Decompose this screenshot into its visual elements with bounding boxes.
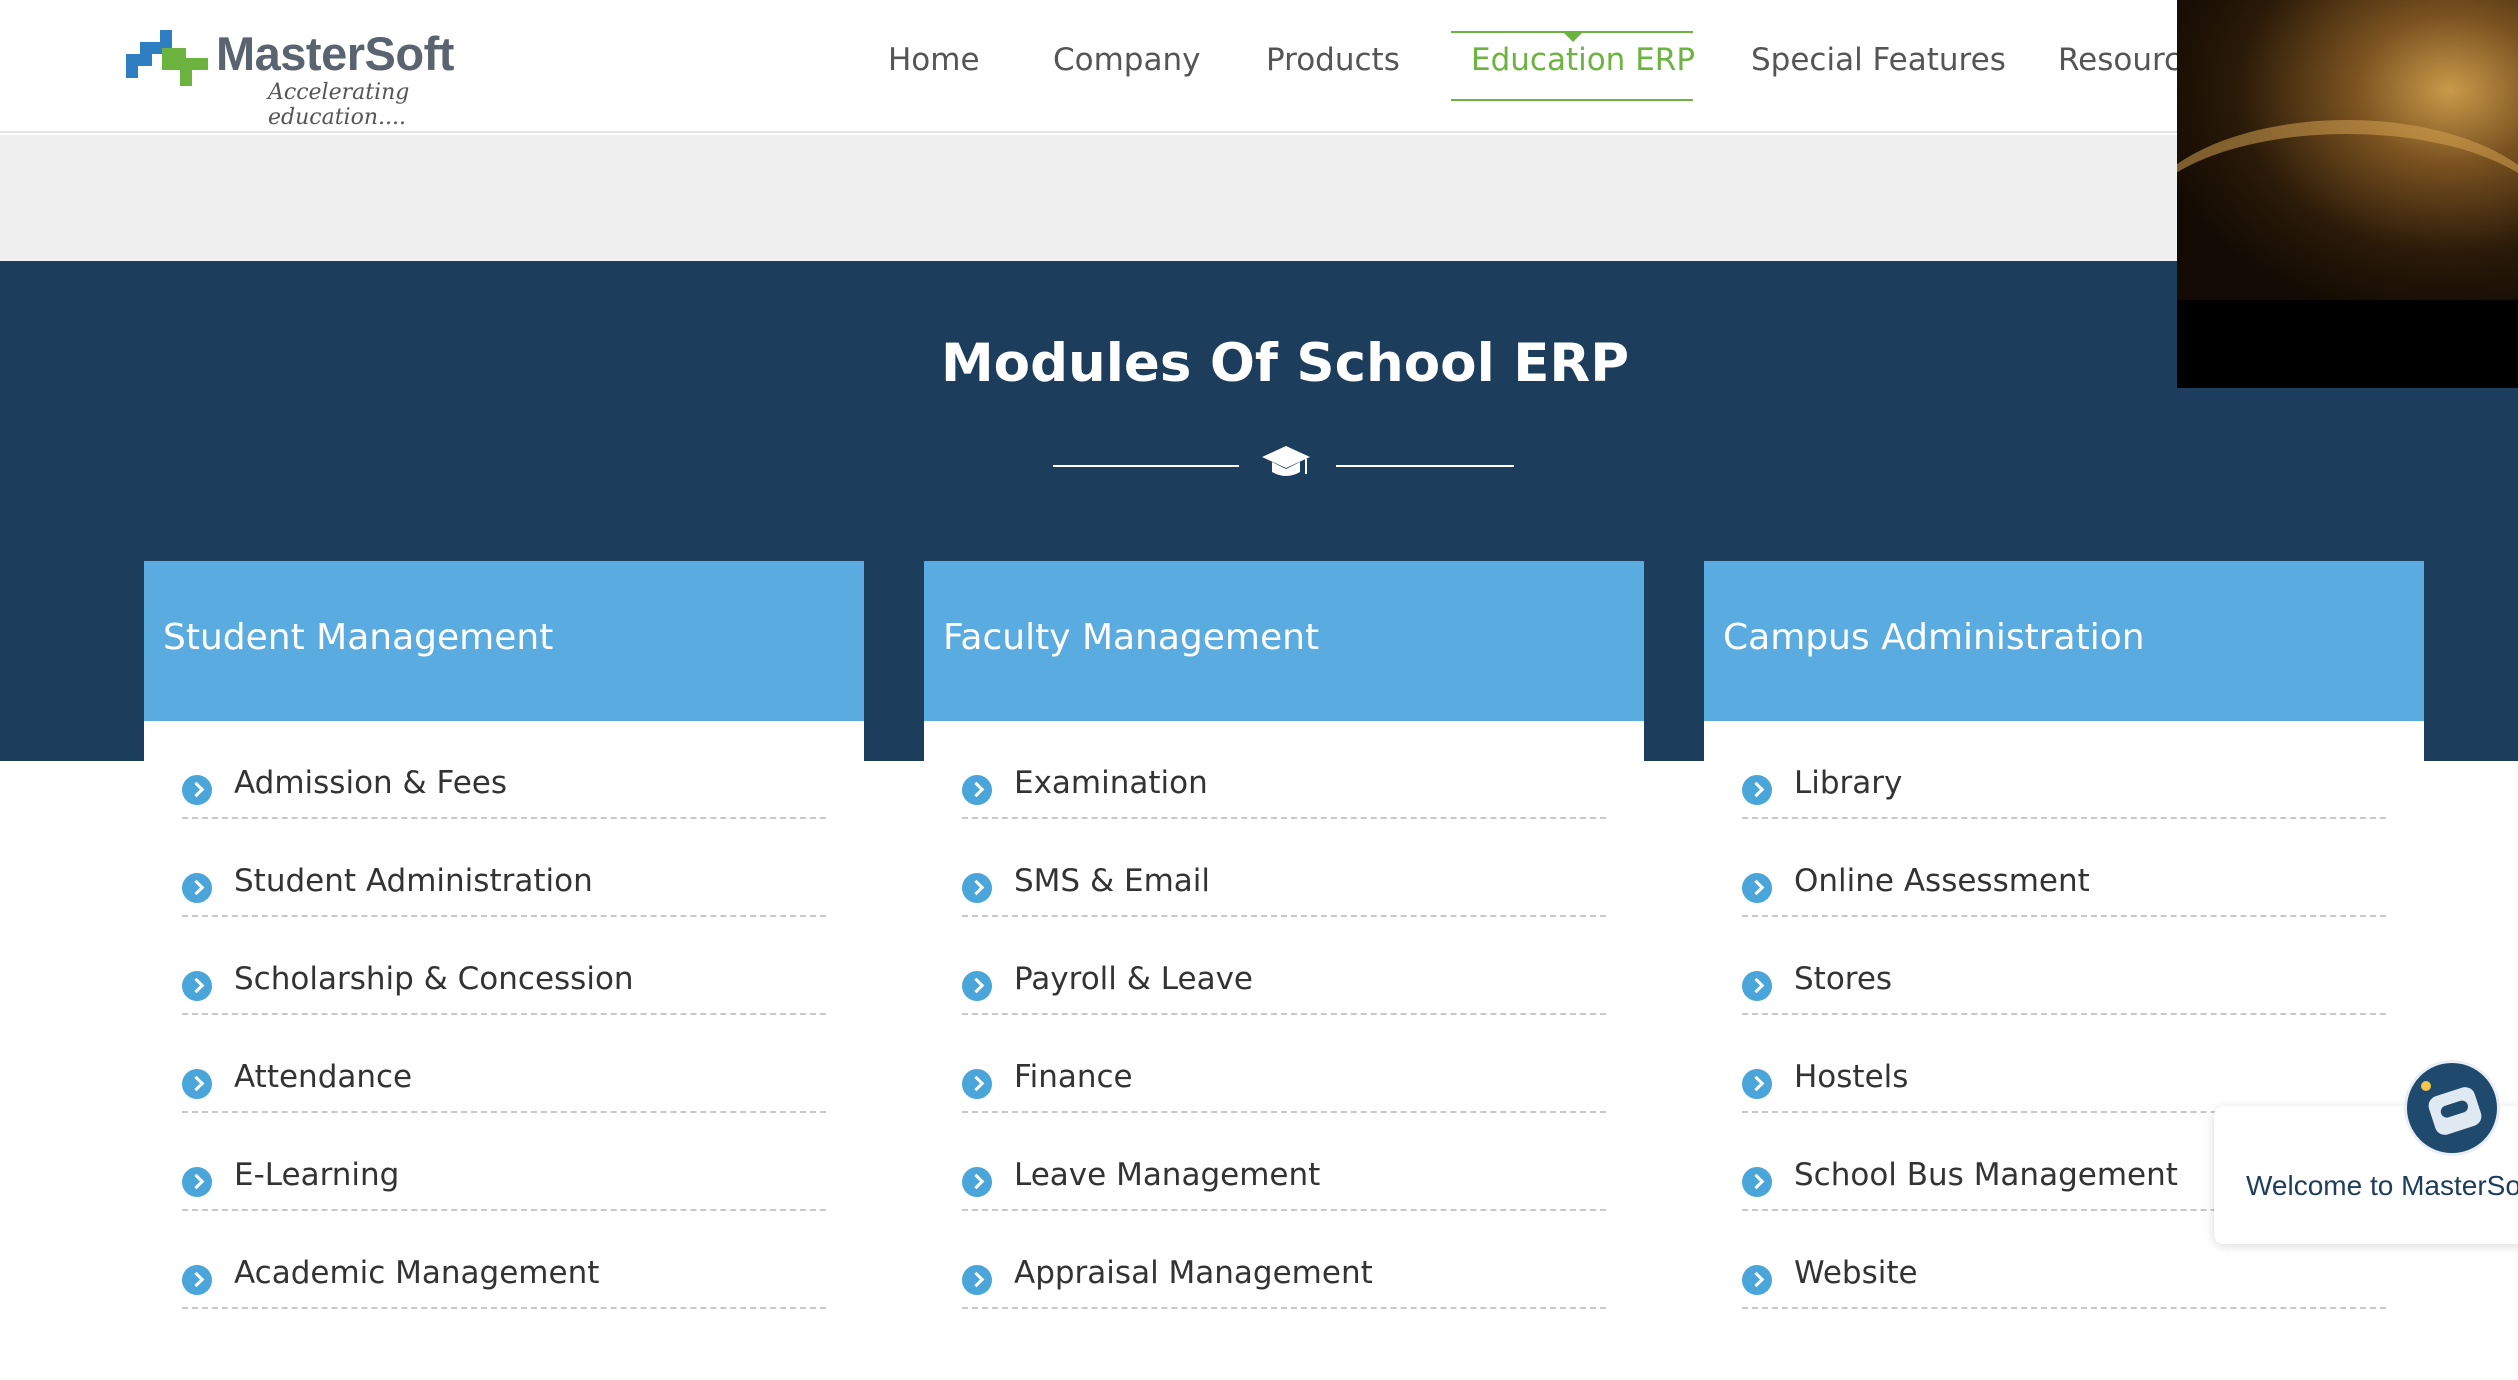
module-link[interactable]: Student Administration <box>234 863 593 899</box>
module-card-student-management: Student Management Admission & Fees Stud… <box>144 561 864 1380</box>
list-item[interactable]: Finance <box>962 1015 1606 1113</box>
card-header: Campus Administration <box>1704 561 2424 721</box>
chevron-right-icon <box>962 971 992 1001</box>
chatbot-icon[interactable] <box>2404 1060 2500 1156</box>
chevron-right-icon <box>1742 1069 1772 1099</box>
nav-item-special-features[interactable]: Special Features <box>1751 42 2006 78</box>
card-title: Student Management <box>163 617 554 658</box>
nav-item-products[interactable]: Products <box>1266 42 1400 78</box>
graduation-cap-icon <box>1262 446 1310 476</box>
module-link[interactable]: Examination <box>1014 765 1208 801</box>
module-list: Examination SMS & Email Payroll & Leave … <box>962 721 1606 1309</box>
robot-icon <box>2425 1084 2485 1138</box>
module-link[interactable]: Leave Management <box>1014 1157 1320 1193</box>
site-header: MasterSoft Accelerating education.... Ho… <box>0 0 2518 133</box>
logo-tagline: Accelerating education.... <box>268 80 410 130</box>
module-link[interactable]: Stores <box>1794 961 1892 997</box>
nav-item-home[interactable]: Home <box>888 42 980 78</box>
chevron-right-icon <box>1742 873 1772 903</box>
module-card-faculty-management: Faculty Management Examination SMS & Ema… <box>924 561 1644 1380</box>
module-link[interactable]: Library <box>1794 765 1902 801</box>
module-link[interactable]: Payroll & Leave <box>1014 961 1253 997</box>
list-item[interactable]: E-Learning <box>182 1113 826 1211</box>
list-item[interactable]: Academic Management <box>182 1211 826 1309</box>
chevron-right-icon <box>182 971 212 1001</box>
nav-item-company[interactable]: Company <box>1053 42 1200 78</box>
chevron-right-icon <box>962 873 992 903</box>
list-item[interactable]: Payroll & Leave <box>962 917 1606 1015</box>
list-item[interactable]: Admission & Fees <box>182 721 826 819</box>
card-title: Campus Administration <box>1723 617 2145 658</box>
list-item[interactable]: Scholarship & Concession <box>182 917 826 1015</box>
nav-active-caret-icon <box>1562 31 1584 42</box>
logo-wordmark: MasterSoft <box>216 27 454 80</box>
list-item[interactable]: Student Administration <box>182 819 826 917</box>
list-item[interactable]: Online Assessment <box>1742 819 2386 917</box>
card-header: Faculty Management <box>924 561 1644 721</box>
list-item[interactable]: Appraisal Management <box>962 1211 1606 1309</box>
chevron-right-icon <box>182 873 212 903</box>
module-link[interactable]: Admission & Fees <box>234 765 507 801</box>
chevron-right-icon <box>1742 775 1772 805</box>
chevron-right-icon <box>182 775 212 805</box>
list-item[interactable]: Leave Management <box>962 1113 1606 1211</box>
logo-mark-icon <box>126 30 208 86</box>
mastersoft-logo[interactable]: MasterSoft Accelerating education.... <box>126 26 526 130</box>
chevron-right-icon <box>1742 1167 1772 1197</box>
chat-welcome-text: Welcome to MasterSo <box>2246 1170 2518 1201</box>
chevron-right-icon <box>962 1167 992 1197</box>
card-title: Faculty Management <box>943 617 1320 658</box>
list-item[interactable]: Attendance <box>182 1015 826 1113</box>
module-link[interactable]: E-Learning <box>234 1157 399 1193</box>
module-card-campus-administration: Campus Administration Library Online Ass… <box>1704 561 2424 1380</box>
chevron-right-icon <box>962 775 992 805</box>
chevron-right-icon <box>182 1069 212 1099</box>
list-item[interactable]: Examination <box>962 721 1606 819</box>
title-divider-right <box>1336 465 1514 467</box>
list-item[interactable]: Library <box>1742 721 2386 819</box>
module-link[interactable]: Attendance <box>234 1059 412 1095</box>
video-thumbnail <box>2177 0 2518 300</box>
module-link[interactable]: SMS & Email <box>1014 863 1210 899</box>
chevron-right-icon <box>1742 971 1772 1001</box>
chevron-right-icon <box>962 1069 992 1099</box>
list-item[interactable]: Hostels <box>1742 1015 2386 1113</box>
floating-video-player[interactable] <box>2177 0 2518 388</box>
module-link[interactable]: Academic Management <box>234 1255 599 1291</box>
module-list: Admission & Fees Student Administration … <box>182 721 826 1309</box>
card-header: Student Management <box>144 561 864 721</box>
module-link[interactable]: School Bus Management <box>1794 1157 2178 1193</box>
hero-band <box>0 135 2518 261</box>
list-item[interactable]: Stores <box>1742 917 2386 1015</box>
list-item[interactable]: SMS & Email <box>962 819 1606 917</box>
module-link[interactable]: Appraisal Management <box>1014 1255 1373 1291</box>
module-link[interactable]: Website <box>1794 1255 1918 1291</box>
module-link[interactable]: Scholarship & Concession <box>234 961 634 997</box>
chevron-right-icon <box>182 1265 212 1295</box>
module-link[interactable]: Finance <box>1014 1059 1133 1095</box>
chevron-right-icon <box>962 1265 992 1295</box>
title-divider-left <box>1053 465 1239 467</box>
module-link[interactable]: Hostels <box>1794 1059 1908 1095</box>
chevron-right-icon <box>182 1167 212 1197</box>
section-title: Modules Of School ERP <box>940 333 1630 394</box>
nav-item-education-erp[interactable]: Education ERP <box>1471 42 1695 78</box>
module-link[interactable]: Online Assessment <box>1794 863 2090 899</box>
star-icon <box>2421 1081 2431 1091</box>
chevron-right-icon <box>1742 1265 1772 1295</box>
